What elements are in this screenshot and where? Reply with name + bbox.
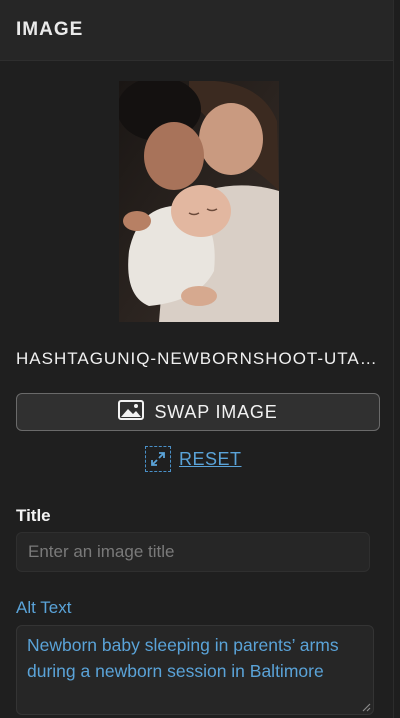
reset-resize-icon [145, 446, 171, 472]
resize-grip-icon[interactable] [361, 702, 371, 712]
image-thumbnail[interactable] [119, 81, 279, 322]
reset-link[interactable]: RESET [145, 446, 242, 472]
title-input[interactable] [16, 532, 370, 572]
newborn-photo-icon [119, 81, 279, 322]
image-icon [118, 399, 145, 425]
image-filename: HASHTAGUNIQ-NEWBORNSHOOT-UTAH-WEB-1.JPG [16, 349, 382, 368]
title-field-label: Title [16, 506, 51, 525]
image-settings-panel: IMAGE HASHTAGUNIQ-NEWBORNSHOOT-UTAH- SWA… [0, 0, 394, 718]
swap-image-label: SWAP IMAGE [154, 401, 278, 422]
panel-title: IMAGE [16, 19, 84, 40]
alt-text-label: Alt Text [16, 598, 72, 617]
swap-image-button[interactable]: SWAP IMAGE [16, 393, 380, 431]
reset-label: RESET [179, 448, 242, 469]
panel-header: IMAGE [0, 0, 393, 61]
alt-text-textarea[interactable] [16, 625, 374, 715]
